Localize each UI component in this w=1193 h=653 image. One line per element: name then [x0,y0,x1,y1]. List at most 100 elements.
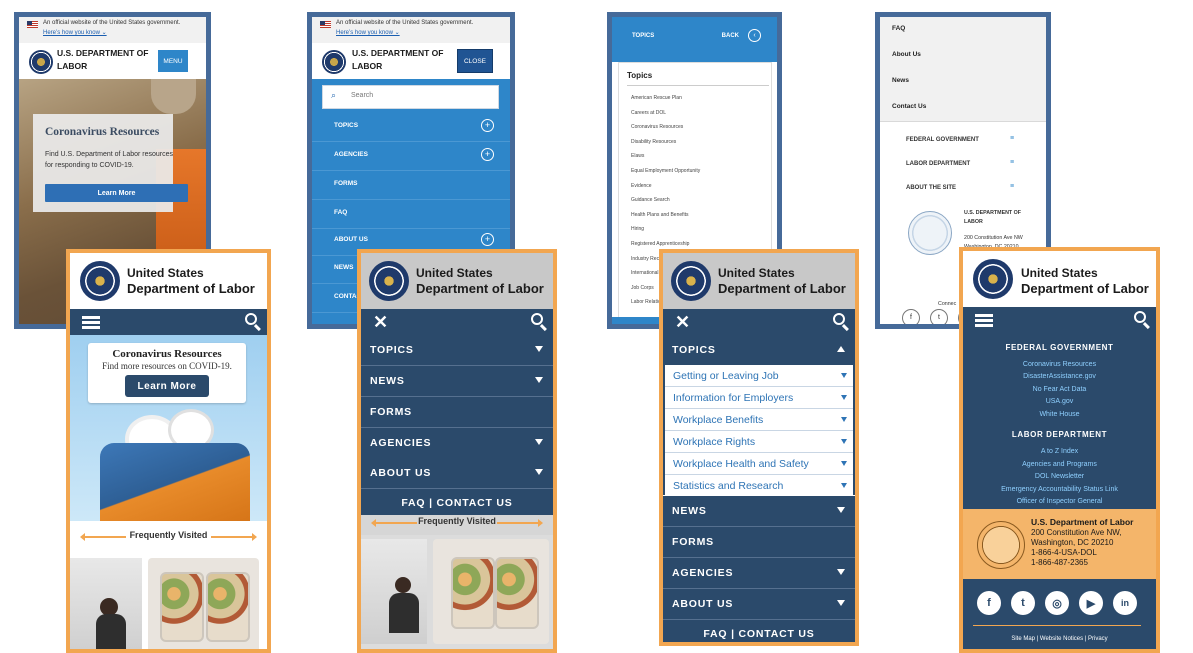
nav-item-forms[interactable]: FORMS [361,397,553,428]
footer-link[interactable]: Agencies and Programs [963,461,1156,468]
submenu-item[interactable]: Statistics and Research [665,475,853,497]
nav-item-agencies[interactable]: AGENCIES + [312,142,510,171]
footer-link[interactable]: USA.gov [963,398,1156,405]
faq-contact-link[interactable]: FAQ | CONTACT US [361,489,553,517]
linkedin-icon[interactable]: in [1113,591,1137,615]
facebook-icon[interactable]: f [902,309,920,324]
topic-link[interactable]: Industry Rec [631,256,659,262]
topic-link[interactable]: Coronavirus Resources [631,124,683,130]
nav-item-faq[interactable]: FAQ [312,200,510,229]
faq-contact-link[interactable]: FAQ | CONTACT US [663,620,855,642]
nav-item-forms[interactable]: FORMS [663,527,855,558]
learn-more-button[interactable]: Learn More [45,184,188,202]
twitter-icon[interactable]: t [930,309,948,324]
search-input[interactable]: ⌕ Search [322,85,499,109]
submenu-item[interactable]: Getting or Leaving Job [665,365,853,387]
submenu-item[interactable]: Information for Employers [665,387,853,409]
footer-link[interactable]: Coronavirus Resources [963,361,1156,368]
caret-down-icon [841,483,847,488]
youtube-icon[interactable]: ▶ [1079,591,1103,615]
nav-item-about-us[interactable]: ABOUT US [663,589,855,620]
footer-link[interactable]: No Fear Act Data [963,386,1156,393]
submenu-item[interactable]: Workplace Benefits [665,409,853,431]
back-circle-icon[interactable]: ‹ [748,29,761,42]
new-menu-screenshot: United States Department of Labor ✕ TOPIC… [357,249,557,653]
footer-section-about[interactable]: ABOUT THE SITE [906,185,956,191]
footer-item-faq[interactable]: FAQ [880,17,1046,44]
hamburger-menu-icon[interactable] [82,316,100,329]
nav-item-agencies[interactable]: AGENCIES [663,558,855,589]
footer-link[interactable]: Emergency Accountability Status Link [963,486,1156,493]
topic-link[interactable]: Disability Resources [631,139,676,145]
search-icon[interactable] [245,313,257,325]
close-button[interactable]: CLOSE [457,49,493,73]
instagram-icon[interactable]: ◎ [1045,591,1069,615]
bottom-links[interactable]: Site Map | Website Notices | Privacy [963,636,1156,642]
nav-label: NEWS [334,264,354,271]
footer-link[interactable]: DisasterAssistance.gov [963,373,1156,380]
nav-item-news[interactable]: NEWS [663,496,855,527]
nav-label: ABOUT US [334,236,368,243]
woman-at-desk-image[interactable] [70,558,142,649]
nav-item-agencies[interactable]: AGENCIES [361,428,553,459]
topic-link[interactable]: Hiring [631,226,644,232]
search-icon[interactable] [531,313,543,325]
submenu-item[interactable]: Workplace Health and Safety [665,453,853,475]
list-icon[interactable]: ≡ [1010,135,1014,142]
nav-bar [70,309,267,335]
hamburger-menu-icon[interactable] [975,314,993,327]
nav-item-topics[interactable]: TOPICS [361,335,553,366]
list-icon[interactable]: ≡ [1010,183,1014,190]
footer-link[interactable]: A to Z Index [963,448,1156,455]
expand-icon[interactable]: + [481,119,494,132]
footer-section-labor[interactable]: LABOR DEPARTMENT [906,161,970,167]
learn-more-button[interactable]: Learn More [125,375,209,397]
expand-icon[interactable]: + [481,148,494,161]
nav-label: FORMS [334,180,358,187]
facebook-icon[interactable]: f [977,591,1001,615]
topic-link[interactable]: Elaws [631,153,644,159]
search-icon[interactable] [833,313,845,325]
how-you-know-link[interactable]: Here’s how you know ⌄ [43,29,107,36]
footer-link[interactable]: DOL Newsletter [963,473,1156,480]
topics-submenu: Getting or Leaving Job Information for E… [663,365,855,497]
close-icon[interactable]: ✕ [675,312,690,332]
footer-item-contact[interactable]: Contact Us [880,95,1046,122]
footer-item-news[interactable]: News [880,69,1046,96]
woman-body [96,614,126,649]
submenu-item[interactable]: Workplace Rights [665,431,853,453]
hero-title: Coronavirus Resources [112,348,222,360]
topic-link[interactable]: Equal Employment Opportunity [631,168,700,174]
list-icon[interactable]: ≡ [1010,159,1014,166]
nav-item-news[interactable]: NEWS [361,366,553,397]
topic-link[interactable]: Labor Relatio [631,299,661,305]
topic-link[interactable]: International [631,270,659,276]
topics-header: TOPICS BACK ‹ [612,17,777,62]
topic-link[interactable]: Careers at DOL [631,110,666,116]
topic-link[interactable]: Guidance Search [631,197,670,203]
expand-icon[interactable]: + [481,233,494,246]
twitter-icon[interactable]: t [1011,591,1035,615]
footer-item-about[interactable]: About Us [880,43,1046,70]
site-title: United States Department of Labor [1021,266,1149,296]
footer-link[interactable]: White House [963,411,1156,418]
topic-link[interactable]: American Rescue Plan [631,95,682,101]
topic-link[interactable]: Job Corps [631,285,654,291]
back-button[interactable]: BACK [722,33,739,39]
topic-link[interactable]: Health Plans and Benefits [631,212,689,218]
nav-item-forms[interactable]: FORMS [312,171,510,200]
close-icon[interactable]: ✕ [373,312,388,332]
how-you-know-link[interactable]: Here’s how you know ⌄ [336,29,400,36]
meal-prep-image[interactable] [148,558,259,649]
footer-section-federal[interactable]: FEDERAL GOVERNMENT [906,137,979,143]
nav-item-topics[interactable]: TOPICS [663,335,855,366]
woman-at-desk-image [361,539,427,644]
topic-link[interactable]: Registered Apprenticeship [631,241,689,247]
search-icon[interactable] [1134,311,1146,323]
nav-item-topics[interactable]: TOPICS + [312,113,510,142]
nav-item-about-us[interactable]: ABOUT US [361,458,553,489]
caret-down-icon [837,507,845,513]
topic-link[interactable]: Evidence [631,183,652,189]
menu-button[interactable]: MENU [158,50,188,72]
footer-link[interactable]: Officer of Inspector General [963,498,1156,505]
